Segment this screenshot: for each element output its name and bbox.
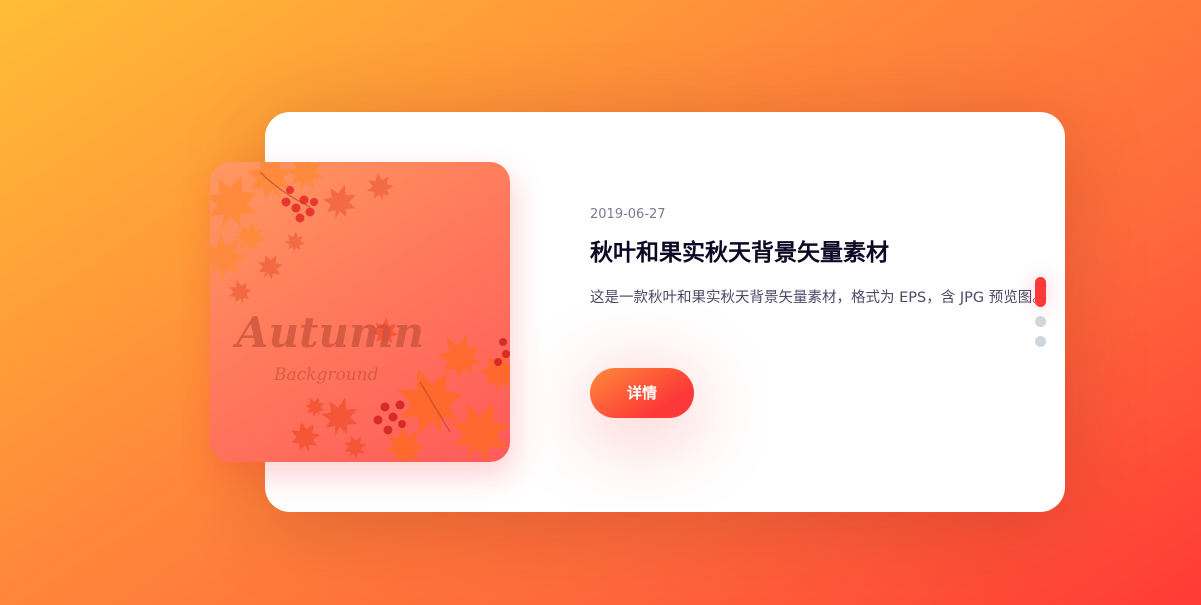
- pagination-dot-3[interactable]: [1035, 336, 1046, 347]
- slide-date: 2019-06-27: [590, 207, 666, 222]
- slide-description: 这是一款秋叶和果实秋天背景矢量素材，格式为 EPS，含 JPG 预览图。: [590, 290, 1047, 306]
- autumn-art-subtitle: Background: [273, 365, 379, 385]
- slide-title: 秋叶和果实秋天背景矢量素材: [590, 240, 889, 266]
- slide-content: 2019-06-27 秋叶和果实秋天背景矢量素材 这是一款秋叶和果实秋天背景矢量…: [590, 196, 1060, 418]
- autumn-art-title: Autumn: [232, 308, 424, 357]
- autumn-background-illustration: Autumn Background: [210, 162, 510, 462]
- pagination-dot-1[interactable]: [1035, 277, 1046, 307]
- slide-image: Autumn Background: [210, 162, 510, 462]
- details-button[interactable]: 详情: [590, 368, 694, 418]
- berry-cluster-icon: [281, 186, 318, 223]
- slider-pagination: [1035, 277, 1046, 356]
- pagination-dot-2[interactable]: [1035, 316, 1046, 327]
